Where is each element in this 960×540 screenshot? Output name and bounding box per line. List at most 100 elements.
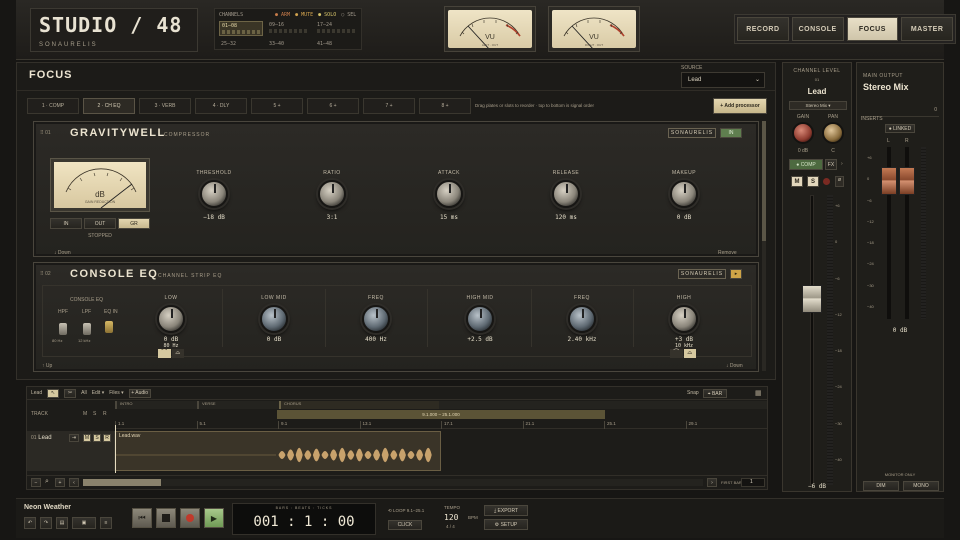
search-icon[interactable]: ⌕ (45, 478, 49, 486)
shelf-icon[interactable]: ⌒ (670, 349, 683, 358)
undo-icon[interactable]: ↶ (24, 517, 36, 529)
comp-in-button[interactable]: IN (720, 128, 742, 138)
gain-knob[interactable] (792, 122, 814, 144)
low-shape-selector[interactable]: ⌒ ⌓ (158, 349, 184, 358)
eq-low-0-knob[interactable] (157, 305, 185, 333)
bank-01-08[interactable]: 01–08 (219, 21, 263, 36)
pointer-tool-icon[interactable]: ↖ (47, 388, 60, 398)
ratio-knob[interactable] (318, 180, 346, 208)
tempo-value[interactable]: 120 (444, 513, 458, 522)
zoom-out-button[interactable]: − (31, 478, 41, 487)
eq-low-mid-1-knob[interactable] (260, 305, 288, 333)
pan-knob[interactable] (822, 122, 844, 144)
add-processor-button[interactable]: + Add processor (713, 98, 767, 114)
edit-menu[interactable]: Edit ▾ (92, 390, 105, 396)
track-solo-button[interactable]: S (93, 434, 101, 442)
bus-select[interactable]: Stereo Mix ▾ (789, 101, 847, 110)
tab-focus[interactable]: FOCUS (846, 17, 899, 41)
loop-region[interactable]: 9.1.000 – 25.1.000 (277, 410, 605, 419)
track-record-button[interactable]: R (103, 434, 111, 442)
eq-in-toggle[interactable] (105, 321, 113, 333)
time-signature[interactable]: 4 / 4 (446, 524, 455, 529)
scissors-tool-icon[interactable]: ✂ (64, 388, 77, 398)
slot-5-empty[interactable]: 5 + (251, 98, 303, 114)
record-button[interactable] (180, 508, 200, 528)
redo-icon[interactable]: ↷ (40, 517, 52, 529)
mono-button[interactable]: MONO (903, 481, 939, 491)
loop-toggle[interactable]: ⟲ LOOP 9.1–25.1 (388, 508, 424, 514)
section-chorus[interactable]: CHORUS (279, 401, 439, 409)
bank-33-40[interactable]: 33–40 (267, 40, 311, 48)
grid-icon[interactable]: ▦ (755, 389, 762, 397)
timeline-ruler[interactable]: 1.1 5.1 9.1 13.1 17.1 21.1 25.1 29.1 (115, 420, 767, 429)
tab-console[interactable]: CONSOLE (791, 17, 844, 41)
tab-record[interactable]: RECORD (737, 17, 789, 41)
click-button[interactable]: CLICK (388, 520, 422, 530)
comp-remove-button[interactable]: Remove (718, 250, 737, 256)
bank-41-48[interactable]: 41–48 (315, 40, 359, 48)
track-selector[interactable]: Lead (31, 390, 42, 396)
slot-6-empty[interactable]: 6 + (307, 98, 359, 114)
meter-mode-out[interactable]: OUT (84, 218, 116, 229)
inserts-row[interactable]: INSERTS 0 (861, 107, 939, 122)
bell-icon[interactable]: ⌓ (171, 349, 184, 358)
scroll-right-button[interactable]: › (707, 478, 717, 487)
eq-power-button[interactable]: ▸ (730, 269, 742, 279)
bank-09-16[interactable]: 09–16 (267, 21, 311, 36)
fx-button[interactable]: FX (825, 159, 837, 170)
slot-3-verb[interactable]: 3 · VERB (139, 98, 191, 114)
slot-7-empty[interactable]: 7 + (363, 98, 415, 114)
audio-clip[interactable]: Lead.wav (115, 431, 441, 471)
drag-handle-icon[interactable]: ⠿ 02 (40, 271, 51, 277)
release-knob[interactable] (552, 180, 580, 208)
first-bar-input[interactable]: 1 (741, 478, 765, 487)
track-header-lead[interactable]: 01 Lead ⇥ M S R (27, 431, 115, 471)
meter-mode-in[interactable]: IN (50, 218, 82, 229)
export-button[interactable]: ⤓ EXPORT (484, 505, 528, 516)
eq-up-button[interactable]: ↑ Up (42, 363, 52, 369)
meter-mode-gr[interactable]: GR (118, 218, 150, 229)
bell-icon[interactable]: ⌓ (683, 349, 696, 358)
menu-icon[interactable]: ≡ (100, 517, 112, 529)
threshold-knob[interactable] (200, 180, 228, 208)
linked-button[interactable]: ● LINKED (885, 124, 915, 133)
track-mute-button[interactable]: M (83, 434, 91, 442)
slot-4-dly[interactable]: 4 · DLY (195, 98, 247, 114)
zoom-in-button[interactable]: + (55, 478, 65, 487)
horizontal-scrollbar[interactable] (83, 479, 703, 486)
comp-insert-button[interactable]: ● COMP (789, 159, 823, 170)
high-shape-selector[interactable]: ⌒ ⌓ (670, 349, 696, 358)
tab-master[interactable]: MASTER (901, 17, 953, 41)
stop-button[interactable] (156, 508, 176, 528)
eq-freq-4-knob[interactable] (568, 305, 596, 333)
strip-solo-button[interactable]: S (807, 176, 819, 187)
makeup-knob[interactable] (670, 180, 698, 208)
source-select[interactable]: Lead ⌄ (681, 72, 765, 88)
scroll-left-button[interactable]: ‹ (69, 478, 79, 487)
eq-high-mid-3-knob[interactable] (466, 305, 494, 333)
comp-down-button[interactable]: ↓ Down (54, 250, 71, 256)
eq-high-5-knob[interactable] (670, 305, 698, 333)
shelf-icon[interactable]: ⌒ (158, 349, 171, 358)
track-input-icon[interactable]: ⇥ (69, 434, 79, 442)
record-arm-icon[interactable] (823, 178, 830, 185)
strip-mute-button[interactable]: M (791, 176, 803, 187)
setup-button[interactable]: ⚙ SETUP (484, 519, 528, 530)
dim-button[interactable]: DIM (863, 481, 899, 491)
drag-handle-icon[interactable]: ⠿ 01 (40, 130, 51, 136)
rewind-button[interactable]: ⏮ (132, 508, 152, 528)
bank-25-32[interactable]: 25–32 (219, 40, 263, 48)
attack-knob[interactable] (435, 180, 463, 208)
playhead[interactable] (115, 425, 116, 473)
channel-fader[interactable] (802, 285, 822, 313)
lpf-toggle[interactable] (83, 323, 91, 335)
file-icon[interactable]: ▤ (56, 517, 68, 529)
hpf-toggle[interactable] (59, 323, 67, 335)
phase-icon[interactable]: ø (835, 176, 844, 187)
snap-bar-button[interactable]: ⌖ BAR (703, 389, 727, 398)
eq-freq-2-knob[interactable] (362, 305, 390, 333)
section-intro[interactable]: INTRO (115, 401, 195, 409)
eq-down-button[interactable]: ↓ Down (726, 363, 743, 369)
bank-17-24[interactable]: 17–24 (315, 21, 359, 36)
play-button[interactable]: ▶ (204, 508, 224, 528)
